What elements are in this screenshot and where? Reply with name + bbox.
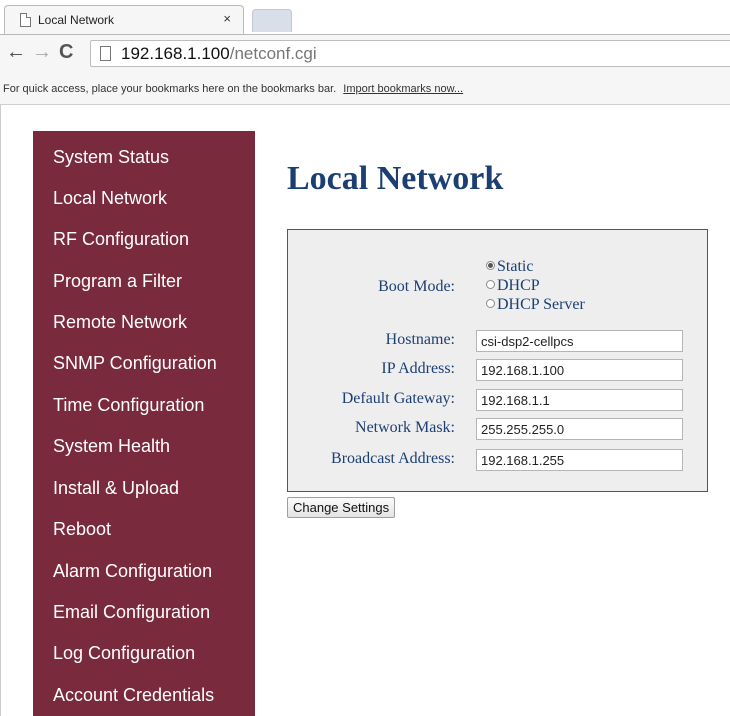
radio-checked-icon[interactable] [486, 261, 495, 270]
sidebar-item-system-health[interactable]: System Health [53, 436, 170, 457]
network-mask-field[interactable] [476, 418, 683, 440]
sidebar-item-system-status[interactable]: System Status [53, 147, 169, 168]
radio-dhcp[interactable]: DHCP [486, 277, 540, 295]
import-bookmarks-link[interactable]: Import bookmarks now... [343, 83, 463, 95]
boot-mode-label: Boot Mode: [378, 278, 455, 295]
sidebar-item-snmp-configuration[interactable]: SNMP Configuration [53, 353, 217, 374]
sidebar-item-email-configuration[interactable]: Email Configuration [53, 602, 210, 623]
network-mask-label: Network Mask: [355, 419, 455, 436]
sidebar-item-alarm-configuration[interactable]: Alarm Configuration [53, 561, 212, 582]
sidebar: System Status Local Network RF Configura… [33, 131, 255, 716]
reload-icon[interactable]: C [59, 42, 73, 62]
tab-title: Local Network [38, 13, 115, 27]
default-gateway-field[interactable] [476, 389, 683, 411]
change-settings-button[interactable]: Change Settings [287, 497, 396, 518]
ip-address-field[interactable] [476, 359, 683, 381]
url-host: 192.168.1.100 [121, 44, 230, 63]
url-text[interactable]: 192.168.1.100/netconf.cgi [121, 44, 317, 64]
bookmarks-hint: For quick access, place your bookmarks h… [3, 83, 337, 95]
sidebar-item-log-configuration[interactable]: Log Configuration [53, 643, 195, 664]
tab-strip: Local Network × [0, 0, 730, 34]
radio-static-label: Static [497, 258, 534, 275]
ip-address-label: IP Address: [381, 360, 455, 377]
browser-toolbar: ← → C 192.168.1.100/netconf.cgi [0, 34, 730, 73]
sidebar-item-program-a-filter[interactable]: Program a Filter [53, 271, 182, 292]
bookmarks-bar: For quick access, place your bookmarks h… [0, 73, 730, 105]
browser-tab[interactable]: Local Network × [4, 5, 244, 34]
radio-dhcp-server-label: DHCP Server [497, 296, 585, 313]
page-title: Local Network [287, 160, 504, 197]
radio-static[interactable]: Static [486, 258, 533, 276]
settings-panel: Boot Mode: Static DHCP DHCP Server Hostn… [287, 229, 708, 492]
address-bar[interactable]: 192.168.1.100/netconf.cgi [90, 40, 730, 67]
hostname-field[interactable] [476, 330, 683, 352]
sidebar-item-install-upload[interactable]: Install & Upload [53, 478, 179, 499]
sidebar-item-account-credentials[interactable]: Account Credentials [53, 685, 214, 706]
hostname-label: Hostname: [385, 331, 455, 348]
new-tab-button[interactable] [252, 9, 292, 32]
radio-dhcp-label: DHCP [497, 277, 540, 294]
radio-dhcp-server[interactable]: DHCP Server [486, 296, 585, 314]
default-gateway-label: Default Gateway: [341, 390, 455, 407]
broadcast-address-field[interactable] [476, 449, 683, 471]
sidebar-item-rf-configuration[interactable]: RF Configuration [53, 229, 189, 250]
back-arrow-icon[interactable]: ← [6, 42, 26, 62]
sidebar-item-time-configuration[interactable]: Time Configuration [53, 395, 204, 416]
forward-arrow-icon[interactable]: → [32, 42, 52, 62]
radio-unchecked-icon[interactable] [486, 280, 495, 289]
page-icon [20, 13, 31, 27]
window-edge [0, 105, 1, 716]
url-path: /netconf.cgi [229, 44, 317, 63]
radio-unchecked-icon[interactable] [486, 299, 495, 308]
sidebar-item-reboot[interactable]: Reboot [53, 519, 111, 540]
sidebar-item-remote-network[interactable]: Remote Network [53, 312, 187, 333]
page-icon [100, 46, 111, 61]
close-icon[interactable]: × [223, 11, 231, 26]
sidebar-item-local-network[interactable]: Local Network [53, 188, 167, 209]
broadcast-address-label: Broadcast Address: [331, 450, 455, 467]
